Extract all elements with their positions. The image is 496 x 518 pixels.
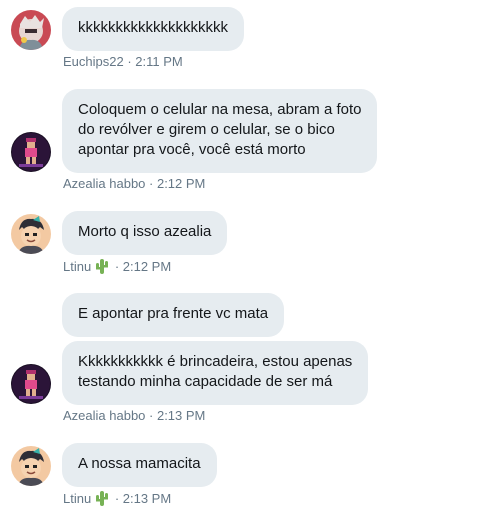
author-name[interactable]: Ltinu bbox=[63, 491, 91, 506]
message-time[interactable]: 2:12 PM bbox=[123, 259, 171, 274]
meta-separator: · bbox=[145, 176, 157, 191]
message-meta: Ltinu · 2:13 PM bbox=[63, 490, 171, 510]
cactus-icon bbox=[95, 258, 109, 278]
meta-separator: · bbox=[111, 491, 123, 506]
meta-separator: · bbox=[145, 408, 157, 423]
message-time[interactable]: 2:12 PM bbox=[157, 176, 205, 191]
avatar-image bbox=[11, 214, 51, 254]
avatar-image bbox=[11, 446, 51, 486]
meta-separator: · bbox=[111, 259, 123, 274]
avatar-image bbox=[11, 132, 51, 172]
avatar-azealia[interactable] bbox=[11, 364, 51, 404]
message-meta: Azealia habbo · 2:12 PM bbox=[63, 176, 205, 192]
message-text: A nossa mamacita bbox=[78, 455, 201, 472]
meta-separator: · bbox=[123, 54, 136, 69]
avatar-azealia[interactable] bbox=[11, 132, 51, 172]
message-text-line: Coloquem o celular na mesa, abram a foto bbox=[78, 101, 362, 118]
message-time[interactable]: 2:13 PM bbox=[123, 491, 171, 506]
message-text-line: Kkkkkkkkkkk é brincadeira, estou apenas bbox=[78, 353, 353, 370]
message-text-line: apontar pra você, você está morto bbox=[78, 141, 306, 158]
avatar-euchips22[interactable] bbox=[11, 10, 51, 50]
message-meta: Euchips22 · 2:11 PM bbox=[63, 54, 183, 70]
author-name[interactable]: Ltinu bbox=[63, 259, 91, 274]
message-time[interactable]: 2:11 PM bbox=[135, 54, 182, 69]
message-bubble[interactable]: E apontar pra frente vc mata bbox=[62, 293, 285, 337]
message-text: E apontar pra frente vc mata bbox=[78, 305, 269, 322]
avatar-ltinu[interactable] bbox=[11, 446, 51, 486]
author-name[interactable]: Azealia habbo bbox=[63, 408, 145, 423]
cactus-icon bbox=[95, 490, 109, 510]
avatar-image bbox=[11, 364, 51, 404]
message-bubble[interactable]: Kkkkkkkkkkk é brincadeira, estou apenas … bbox=[62, 341, 369, 405]
message-text-line: testando minha capacidade de ser má bbox=[78, 373, 333, 390]
message-bubble[interactable]: A nossa mamacita bbox=[62, 443, 217, 487]
message-bubble[interactable]: Coloquem o celular na mesa, abram a foto… bbox=[62, 89, 378, 173]
message-time[interactable]: 2:13 PM bbox=[157, 408, 205, 423]
message-text: kkkkkkkkkkkkkkkkkkkk bbox=[78, 19, 228, 36]
message-meta: Ltinu · 2:12 PM bbox=[63, 258, 171, 278]
message-bubble[interactable]: Morto q isso azealia bbox=[62, 211, 228, 255]
message-text: Morto q isso azealia bbox=[78, 223, 212, 240]
message-text-line: do revólver e girem o celular, se o bico bbox=[78, 121, 335, 138]
author-name[interactable]: Euchips22 bbox=[63, 54, 124, 69]
message-meta: Azealia habbo · 2:13 PM bbox=[63, 408, 205, 424]
avatar-image bbox=[11, 10, 51, 50]
message-bubble[interactable]: kkkkkkkkkkkkkkkkkkkk bbox=[62, 7, 244, 51]
avatar-ltinu[interactable] bbox=[11, 214, 51, 254]
author-name[interactable]: Azealia habbo bbox=[63, 176, 145, 191]
